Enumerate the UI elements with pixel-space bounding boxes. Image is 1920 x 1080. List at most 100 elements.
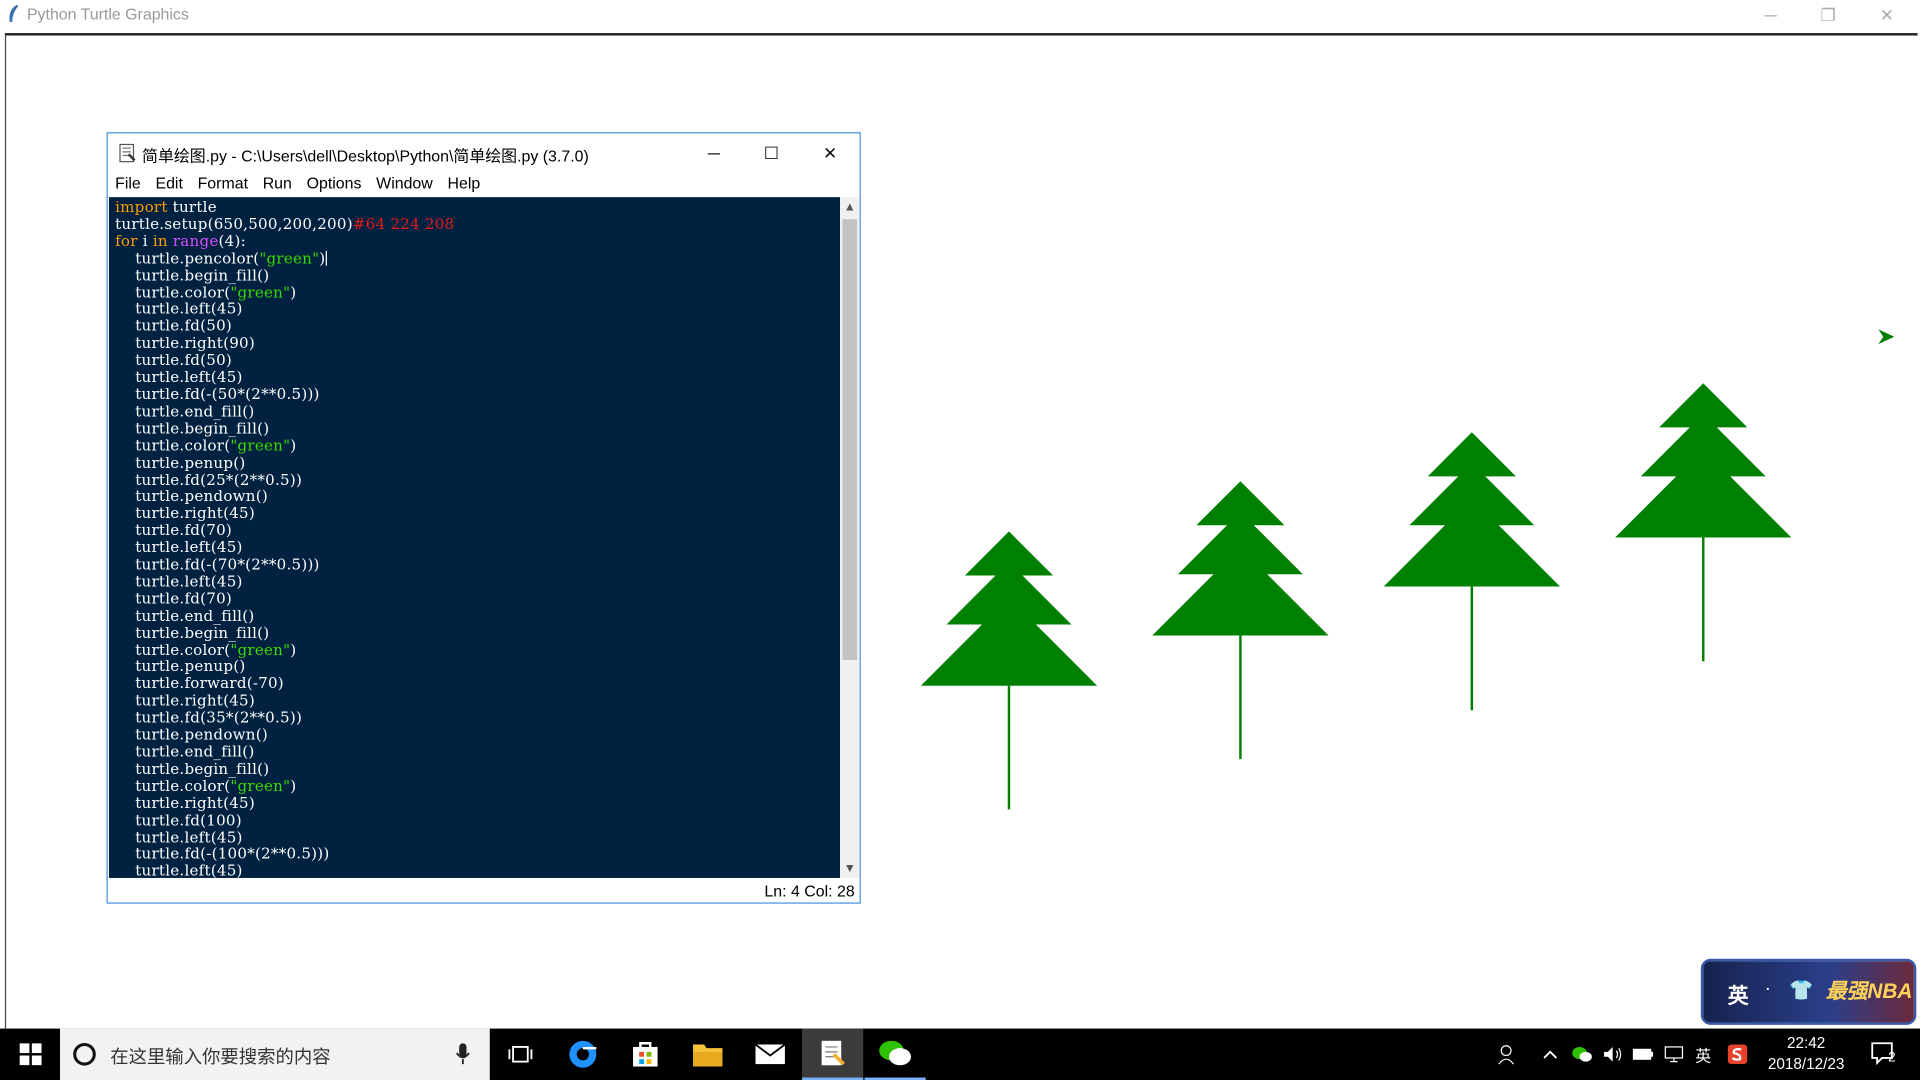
code-line: turtle.left(45) bbox=[115, 572, 243, 591]
tree-layer bbox=[1196, 481, 1285, 526]
code-line: turtle.fd(50) bbox=[115, 351, 233, 369]
restore-button[interactable]: ❐ bbox=[1800, 0, 1856, 29]
code-line: turtle.begin_fill() bbox=[115, 624, 270, 642]
nba-widget[interactable]: 英 · 👕 最强NBA bbox=[1700, 958, 1917, 1025]
code-line: turtle.forward(-70) bbox=[115, 675, 284, 693]
clock-date: 2018/12/23 bbox=[1767, 1055, 1845, 1073]
code-line: turtle.pencolor("green") bbox=[115, 249, 327, 267]
cursor-position: Ln: 4 Col: 28 bbox=[764, 881, 855, 901]
browser-icon[interactable] bbox=[552, 1029, 613, 1080]
menu-options[interactable]: Options bbox=[299, 173, 369, 197]
editor-scrollbar[interactable]: ▲ ▼ bbox=[840, 197, 860, 878]
code-line: turtle.fd(-(70*(2**0.5))) bbox=[115, 555, 320, 574]
volume-icon[interactable] bbox=[1598, 1029, 1627, 1080]
file-explorer-icon[interactable] bbox=[677, 1029, 738, 1080]
scroll-up-icon[interactable]: ▲ bbox=[840, 197, 860, 217]
code-line: turtle.begin_fill() bbox=[115, 266, 270, 284]
screen: Python Turtle Graphics ─ ❐ ✕ 简单绘图.py - C… bbox=[0, 0, 1920, 1080]
code-line: turtle.fd(-(50*(2**0.5))) bbox=[115, 385, 320, 403]
code-line: turtle.left(45) bbox=[115, 862, 243, 878]
code-line: turtle.left(45) bbox=[115, 300, 243, 318]
ime-language[interactable]: 英 bbox=[1690, 1029, 1717, 1080]
code-line: turtle.right(90) bbox=[115, 334, 255, 352]
code-line: turtle.fd(70) bbox=[115, 590, 233, 608]
turtle-cursor-icon bbox=[1878, 329, 1895, 345]
idle-title-text: 简单绘图.py - C:\Users\dell\Desktop\Python\简… bbox=[142, 146, 589, 166]
shirt-icon: 👕 bbox=[1788, 980, 1814, 1002]
code-line: turtle.end_fill() bbox=[115, 402, 255, 420]
close-button[interactable]: ✕ bbox=[1859, 0, 1915, 29]
idle-taskbar-icon[interactable] bbox=[802, 1028, 864, 1080]
code-line: turtle.penup() bbox=[115, 453, 246, 471]
sogou-icon[interactable] bbox=[1723, 1029, 1752, 1080]
code-line: turtle.penup() bbox=[115, 658, 246, 676]
clock-time: 22:42 bbox=[1786, 1034, 1826, 1052]
menu-window[interactable]: Window bbox=[369, 173, 440, 197]
code-line: turtle.fd(50) bbox=[115, 317, 233, 335]
notification-count: 2 bbox=[1888, 1050, 1896, 1066]
idle-menubar: File Edit Format Run Options Window Help bbox=[108, 173, 860, 197]
code-editor[interactable]: import turtle turtle.setup(650,500,200,20… bbox=[108, 197, 841, 878]
tree-layer bbox=[1659, 383, 1748, 428]
code-line: turtle.right(45) bbox=[115, 504, 255, 523]
scroll-thumb[interactable] bbox=[842, 219, 858, 661]
taskbar: 在这里输入你要搜索的内容 英 22:42 2018/12/23 2 bbox=[0, 1028, 1920, 1080]
code-line: turtle.fd(35*(2**0.5)) bbox=[115, 709, 303, 727]
nba-brand: 最强NBA bbox=[1825, 979, 1913, 1003]
windows-logo-icon bbox=[19, 1043, 42, 1066]
clock[interactable]: 22:42 2018/12/23 bbox=[1758, 1033, 1854, 1075]
tree-layer bbox=[964, 531, 1054, 576]
task-view-icon[interactable] bbox=[490, 1029, 551, 1080]
code-line: turtle.pendown() bbox=[115, 487, 268, 505]
code-line: turtle.fd(70) bbox=[115, 521, 233, 540]
ime-indicator: 英 bbox=[1727, 984, 1749, 1008]
menu-file[interactable]: File bbox=[108, 173, 148, 197]
idle-maximize-button[interactable]: ☐ bbox=[743, 133, 799, 172]
code-line: turtle.color("green") bbox=[115, 641, 297, 659]
mail-icon[interactable] bbox=[740, 1029, 801, 1080]
idle-close-button[interactable]: ✕ bbox=[802, 133, 858, 172]
cortana-icon bbox=[73, 1042, 96, 1066]
code-line: turtle.begin_fill() bbox=[115, 419, 270, 437]
notification-center-icon[interactable]: 2 bbox=[1864, 1029, 1906, 1080]
network-icon[interactable] bbox=[1659, 1029, 1688, 1080]
code-line: turtle.fd(100) bbox=[115, 811, 242, 829]
code-line: turtle.setup(650,500,200,200)#64 224 208 bbox=[115, 215, 455, 233]
microphone-icon bbox=[455, 1043, 470, 1065]
minimize-button[interactable]: ─ bbox=[1742, 0, 1798, 29]
idle-titlebar[interactable]: 简单绘图.py - C:\Users\dell\Desktop\Python\简… bbox=[108, 133, 860, 172]
menu-help[interactable]: Help bbox=[440, 173, 487, 197]
people-icon[interactable] bbox=[1494, 1029, 1523, 1080]
code-line: turtle.fd(-(100*(2**0.5))) bbox=[115, 845, 330, 863]
start-button[interactable] bbox=[0, 1029, 61, 1080]
idle-editor-window[interactable]: 简单绘图.py - C:\Users\dell\Desktop\Python\简… bbox=[106, 132, 861, 904]
dots-icon: · bbox=[1764, 978, 1772, 1000]
text-caret bbox=[325, 251, 327, 266]
store-icon[interactable] bbox=[615, 1029, 676, 1080]
idle-statusbar: Ln: 4 Col: 28 bbox=[108, 878, 860, 902]
code-line: turtle.end_fill() bbox=[115, 607, 255, 625]
python-file-icon bbox=[118, 143, 138, 166]
code-line: turtle.fd(25*(2**0.5)) bbox=[115, 470, 303, 488]
scroll-down-icon[interactable]: ▼ bbox=[840, 858, 860, 878]
wechat-icon[interactable] bbox=[864, 1029, 926, 1080]
battery-icon[interactable] bbox=[1629, 1029, 1658, 1080]
tree-layer bbox=[1427, 432, 1516, 477]
python-feather-icon bbox=[6, 4, 21, 27]
code-line: turtle.right(45) bbox=[115, 794, 255, 812]
chevron-up-icon[interactable] bbox=[1538, 1029, 1562, 1080]
code-line: turtle.color("green") bbox=[115, 283, 297, 301]
menu-format[interactable]: Format bbox=[190, 173, 255, 197]
menu-edit[interactable]: Edit bbox=[148, 173, 190, 197]
code-text[interactable]: import turtle turtle.setup(650,500,200,20… bbox=[115, 198, 455, 878]
idle-minimize-button[interactable]: ─ bbox=[686, 133, 742, 172]
code-line: turtle.begin_fill() bbox=[115, 760, 270, 778]
menu-run[interactable]: Run bbox=[255, 173, 299, 197]
code-line: turtle.color("green") bbox=[115, 436, 297, 454]
code-line: turtle.right(45) bbox=[115, 692, 255, 710]
search-placeholder: 在这里输入你要搜索的内容 bbox=[110, 1046, 331, 1068]
wechat-tray-icon[interactable] bbox=[1567, 1029, 1596, 1080]
code-line: turtle.pendown() bbox=[115, 726, 268, 744]
taskbar-search[interactable]: 在这里输入你要搜索的内容 bbox=[60, 1028, 490, 1080]
code-line: turtle.left(45) bbox=[115, 538, 243, 557]
